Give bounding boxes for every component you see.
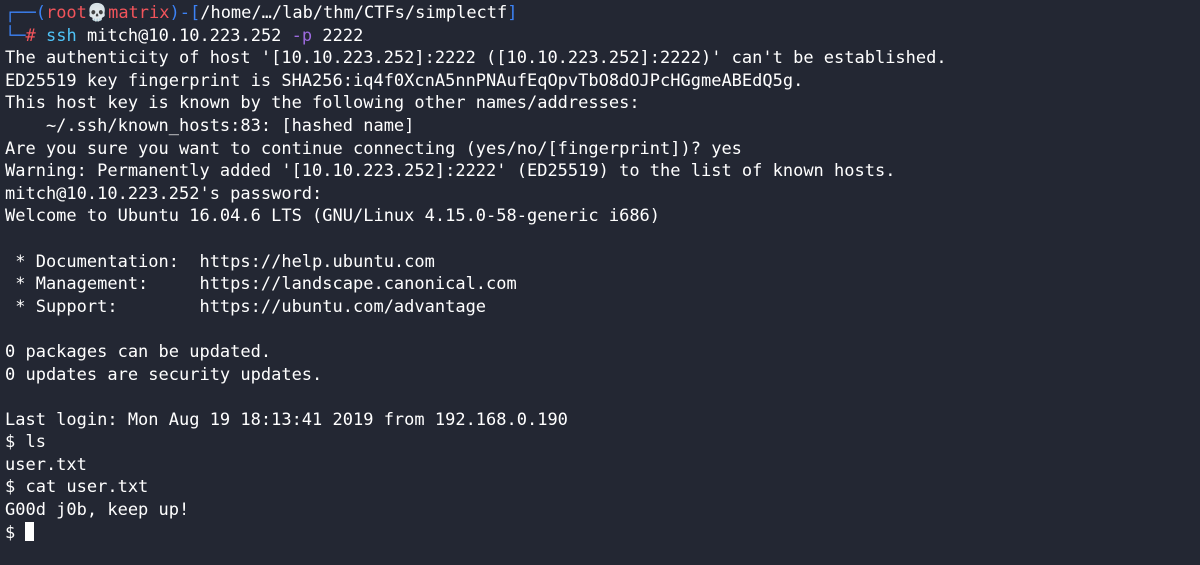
- command-target: mitch@10.10.223.252: [86, 25, 282, 46]
- output-line: Last login: Mon Aug 19 18:13:41 2019 fro…: [5, 409, 568, 430]
- output-line: $ ls: [5, 432, 46, 453]
- output-line: 0 packages can be updated.: [5, 341, 272, 362]
- output-line: 0 updates are security updates.: [5, 364, 323, 385]
- output-line: Welcome to Ubuntu 16.04.6 LTS (GNU/Linux…: [5, 206, 661, 227]
- output-line: mitch@10.10.223.252's password:: [5, 183, 323, 204]
- prompt-path: /home/…/lab/thm/CTFs/simplectf: [200, 3, 508, 23]
- output-line: ED25519 key fingerprint is SHA256:iq4f0X…: [5, 70, 804, 91]
- text-cursor: [25, 521, 35, 542]
- prompt-bottom-prefix: └─: [5, 25, 26, 46]
- command-name: ssh: [45, 25, 77, 46]
- prompt-user: root: [45, 3, 87, 23]
- command-port: 2222: [322, 25, 364, 46]
- skull-icon: 💀: [86, 3, 109, 23]
- prompt-header: ┌──(root💀matrix)-[/home/…/lab/thm/CTFs/s…: [5, 2, 1195, 25]
- output-line: $ cat user.txt: [5, 477, 149, 498]
- output-line: G00d j0b, keep up!: [5, 500, 190, 521]
- output-line: user.txt: [5, 454, 87, 475]
- command-line: └─# ssh mitch@10.10.223.252 -p 2222: [5, 25, 1195, 48]
- output-line: ~/.ssh/known_hosts:83: [hashed name]: [5, 115, 415, 136]
- input-line[interactable]: $: [5, 521, 1195, 545]
- prompt-host: matrix: [108, 3, 170, 23]
- prompt-hash: #: [25, 25, 36, 46]
- command-flag: -p: [291, 25, 313, 46]
- output-line: Warning: Permanently added '[10.10.223.2…: [5, 161, 896, 182]
- output-line: * Support: https://ubuntu.com/advantage: [5, 296, 487, 317]
- prompt-mid: )-[: [169, 3, 201, 23]
- output-line: * Documentation: https://help.ubuntu.com: [5, 251, 435, 272]
- prompt-top-prefix: ┌──(: [5, 3, 46, 23]
- prompt-close: ]: [507, 3, 518, 23]
- output-line: Are you sure you want to continue connec…: [5, 138, 742, 159]
- final-prompt: $: [5, 522, 26, 543]
- output-line: This host key is known by the following …: [5, 93, 640, 114]
- terminal-window[interactable]: ┌──(root💀matrix)-[/home/…/lab/thm/CTFs/s…: [5, 2, 1195, 544]
- output-line: The authenticity of host '[10.10.223.252…: [5, 48, 947, 69]
- output-line: * Management: https://landscape.canonica…: [5, 274, 517, 295]
